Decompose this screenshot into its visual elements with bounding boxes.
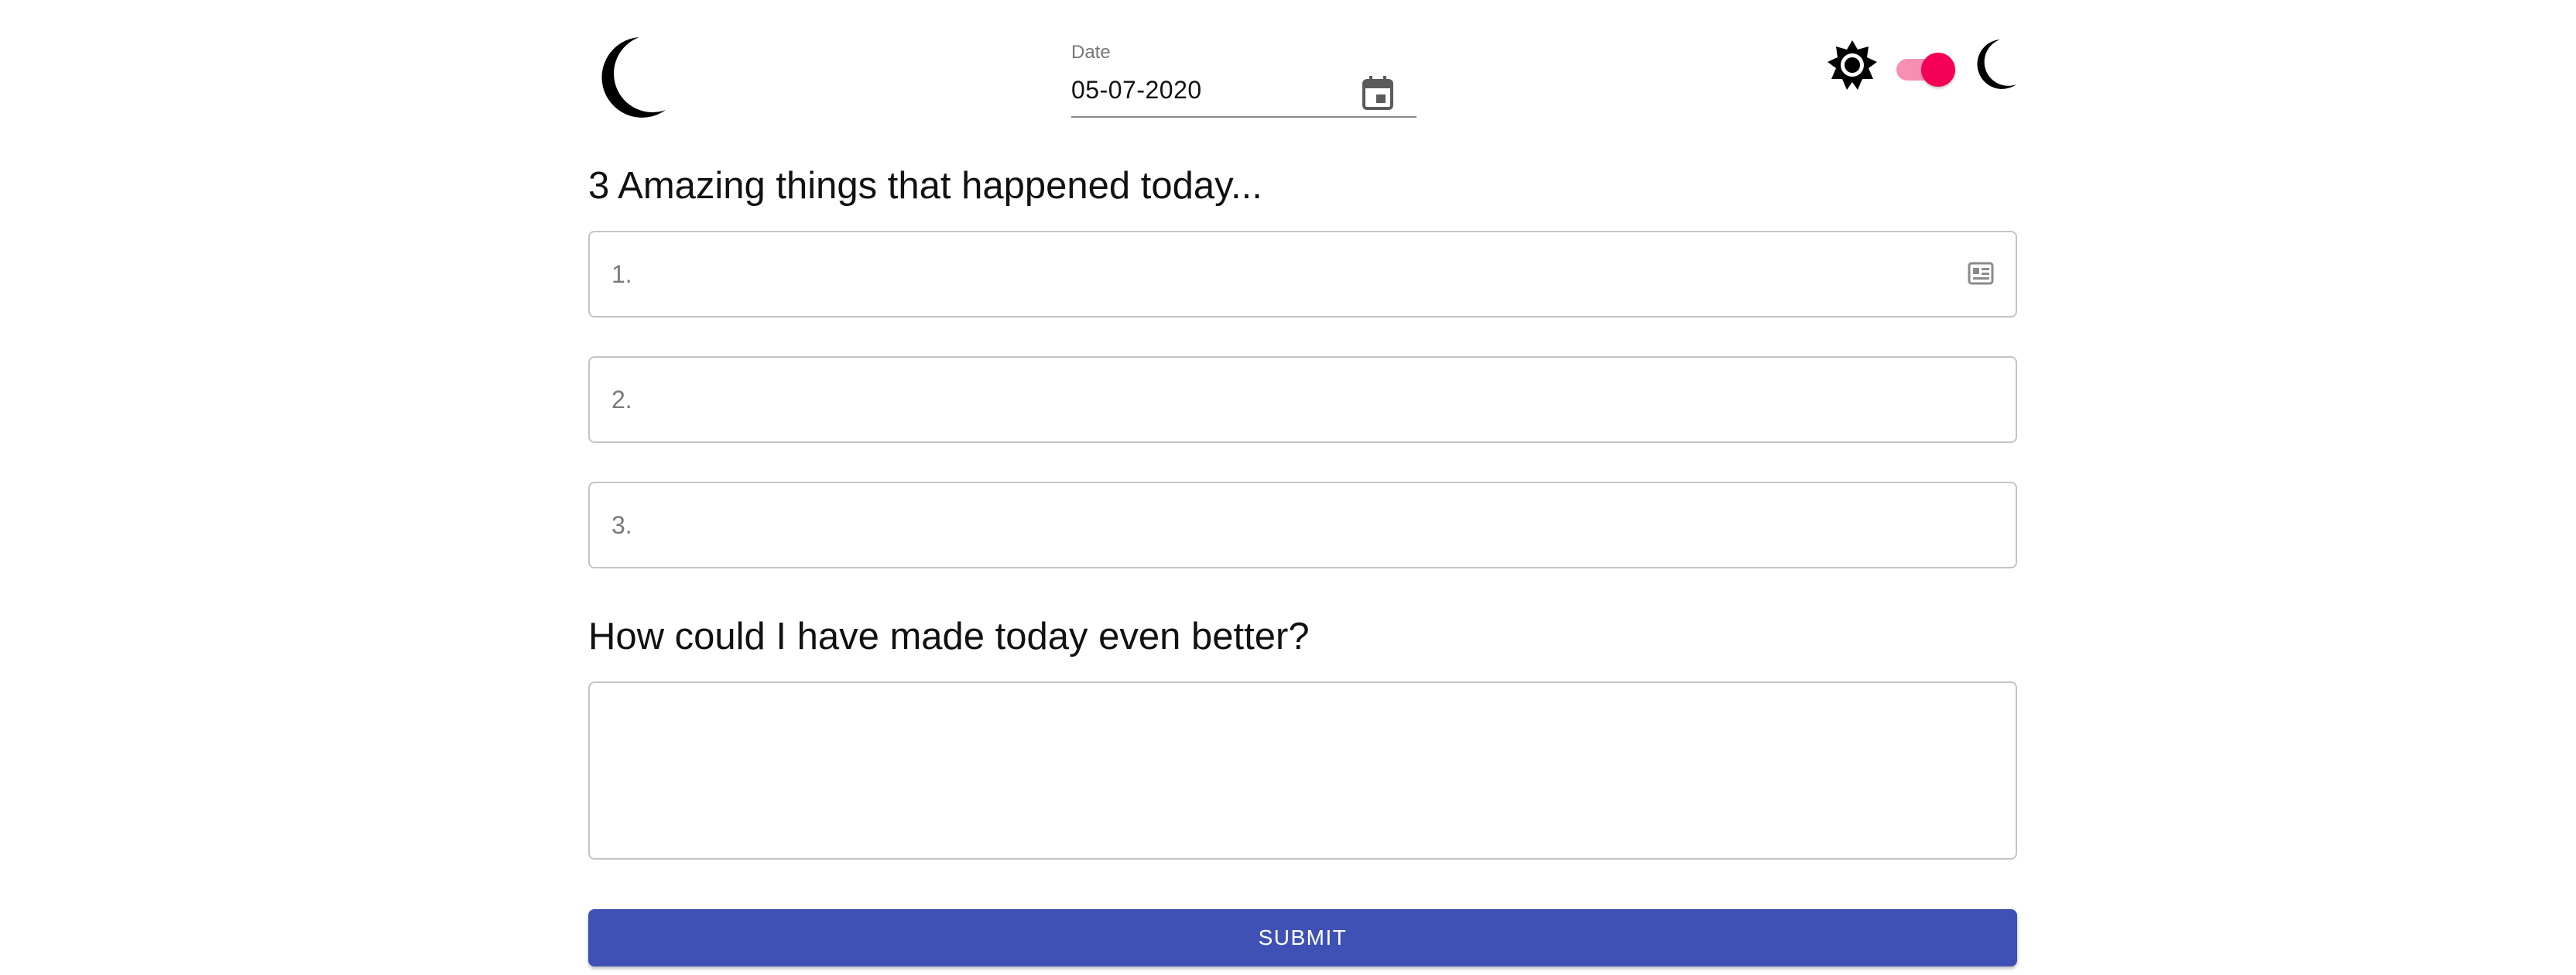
- input-placeholder: 2.: [611, 386, 632, 414]
- moon-icon: [601, 37, 666, 118]
- journal-form: Date 05-07-2020 3 Amazing things that ha…: [588, 0, 2017, 975]
- date-picker[interactable]: Date 05-07-2020: [1071, 42, 1416, 119]
- input-placeholder: 1.: [611, 260, 632, 288]
- input-placeholder: 3.: [611, 511, 632, 539]
- gratitude-title: 3 Amazing things that happened today...: [588, 165, 1262, 207]
- improvement-textarea[interactable]: [588, 681, 2017, 860]
- dark-mode-toggle[interactable]: [1893, 50, 1955, 87]
- date-underline: [1071, 116, 1416, 118]
- date-label: Date: [1071, 42, 1111, 63]
- gratitude-input-1[interactable]: 1.: [588, 231, 2017, 318]
- sun-icon: [1828, 40, 1877, 90]
- contact-card-icon[interactable]: [1968, 262, 1994, 285]
- submit-button[interactable]: SUBMIT: [588, 909, 2017, 966]
- calendar-icon[interactable]: [1361, 74, 1395, 112]
- gratitude-input-2[interactable]: 2.: [588, 356, 2017, 443]
- journal-page: Date 05-07-2020 3 Amazing things that ha…: [0, 0, 2576, 975]
- header: Date 05-07-2020: [588, 28, 2017, 129]
- toggle-thumb[interactable]: [1921, 53, 1955, 87]
- improvement-title: How could I have made today even better?: [588, 616, 1310, 657]
- theme-switcher: [1825, 37, 2017, 115]
- moon-icon: [1977, 39, 2016, 89]
- date-value[interactable]: 05-07-2020: [1071, 76, 1202, 105]
- gratitude-input-3[interactable]: 3.: [588, 482, 2017, 568]
